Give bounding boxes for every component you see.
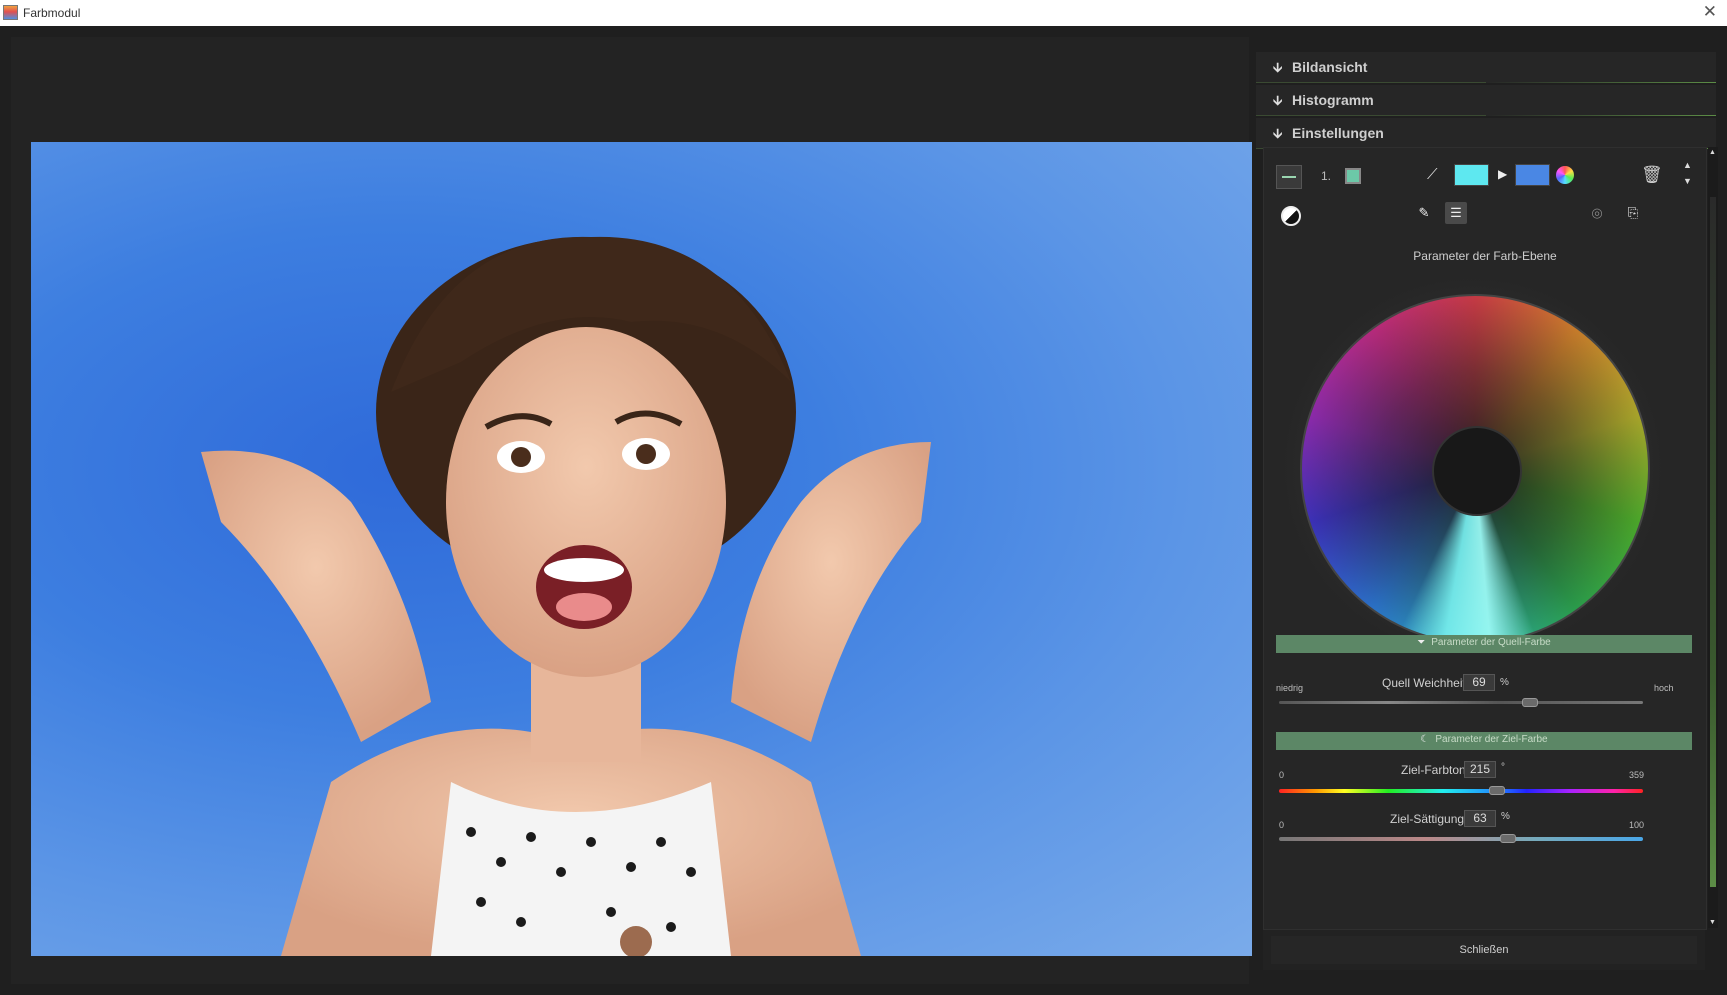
softness-min-label: niedrig [1276, 683, 1304, 693]
export-icon[interactable]: ⎘ [1622, 202, 1644, 224]
scrollbar-thumb[interactable] [1710, 197, 1716, 887]
collapse-icon: ⏷ [1417, 637, 1426, 648]
scroll-up-icon[interactable]: ▲ [1709, 149, 1716, 156]
scroll-down-icon[interactable]: ▼ [1709, 919, 1716, 926]
title-bar: Farbmodul ✕ [0, 0, 1727, 27]
invert-icon[interactable] [1281, 206, 1301, 226]
remove-layer-button[interactable] [1276, 165, 1302, 189]
list-icon[interactable]: ☰ [1445, 202, 1467, 224]
saturation-slider-track[interactable] [1279, 837, 1643, 841]
section-label: Histogramm [1292, 92, 1374, 108]
section-einstellungen[interactable]: 🡫 Einstellungen [1256, 118, 1716, 149]
section-histogramm[interactable]: 🡫 Histogramm [1256, 85, 1716, 116]
expand-arrow-icon: 🡫 [1273, 126, 1283, 141]
softness-label: Quell Weichheit [1382, 676, 1466, 690]
layer-number: 1. [1321, 169, 1332, 183]
saturation-slider-thumb[interactable] [1500, 834, 1517, 843]
hue-max-label: 359 [1629, 770, 1645, 780]
edit-icon[interactable]: ✎ [1413, 202, 1435, 224]
softness-value[interactable]: 69 [1463, 674, 1495, 691]
hue-slider-thumb[interactable] [1489, 786, 1506, 795]
portrait-illustration [201, 236, 931, 956]
params-title: Parameter der Farb-Ebene [1413, 249, 1557, 263]
saturation-unit: % [1501, 811, 1510, 822]
color-wheel[interactable] [1300, 294, 1650, 644]
move-down-icon[interactable]: ▼ [1683, 176, 1692, 186]
saturation-label: Ziel-Sättigung [1390, 812, 1465, 826]
expand-arrow-icon: 🡫 [1273, 60, 1283, 75]
saturation-min-label: 0 [1279, 820, 1285, 830]
hue-unit: ° [1501, 762, 1505, 773]
color-wheel-container [1278, 272, 1668, 662]
section-label: Bildansicht [1292, 59, 1368, 75]
target-params-label: Parameter der Ziel-Farbe [1435, 734, 1548, 745]
photo-preview[interactable] [31, 142, 1252, 956]
close-button[interactable]: Schließen [1271, 936, 1697, 964]
section-bildansicht[interactable]: 🡫 Bildansicht [1256, 52, 1716, 83]
app-icon [3, 5, 18, 20]
source-params-label: Parameter der Quell-Farbe [1431, 637, 1551, 648]
arrow-right-icon: ▶ [1498, 167, 1508, 181]
hue-min-label: 0 [1279, 770, 1285, 780]
softness-unit: % [1500, 677, 1509, 688]
section-label: Einstellungen [1292, 125, 1384, 141]
footer: Schließen [1263, 930, 1705, 970]
layer-color-indicator[interactable] [1345, 168, 1361, 184]
target-params-bar[interactable]: ☾ Parameter der Ziel-Farbe [1276, 732, 1692, 750]
pipette-icon[interactable]: ⟋ [1427, 166, 1438, 183]
source-color-swatch[interactable] [1454, 164, 1489, 186]
settings-scrollbar[interactable]: ▲ ▼ [1708, 147, 1718, 928]
trash-icon[interactable]: 🗑 [1641, 165, 1663, 185]
saturation-max-label: 100 [1629, 820, 1645, 830]
wheel-center [1432, 426, 1522, 516]
softness-max-label: hoch [1654, 683, 1674, 693]
hue-slider-track[interactable] [1279, 789, 1643, 793]
target-color-swatch[interactable] [1515, 164, 1550, 186]
image-canvas [11, 37, 1252, 984]
source-params-bar[interactable]: ⏷ Parameter der Quell-Farbe [1276, 635, 1692, 653]
hue-value[interactable]: 215 [1464, 761, 1496, 778]
color-wheel-icon[interactable] [1556, 166, 1574, 184]
softness-slider-thumb[interactable] [1522, 698, 1539, 707]
moon-icon: ☾ [1420, 734, 1430, 745]
softness-slider-track[interactable] [1279, 701, 1643, 704]
expand-arrow-icon: 🡫 [1273, 93, 1283, 108]
saturation-value[interactable]: 63 [1464, 810, 1496, 827]
layer-mask-icon[interactable]: ◎ [1586, 202, 1608, 224]
hue-label: Ziel-Farbton [1401, 763, 1466, 777]
close-window-icon[interactable]: ✕ [1703, 2, 1717, 22]
move-up-icon[interactable]: ▲ [1683, 160, 1692, 170]
settings-panel: 1. ⟋ ▶ 🗑 ▲ ▼ ✎ ☰ ◎ ⎘ Parameter der Farb-… [1263, 147, 1707, 930]
window-title: Farbmodul [23, 6, 81, 20]
